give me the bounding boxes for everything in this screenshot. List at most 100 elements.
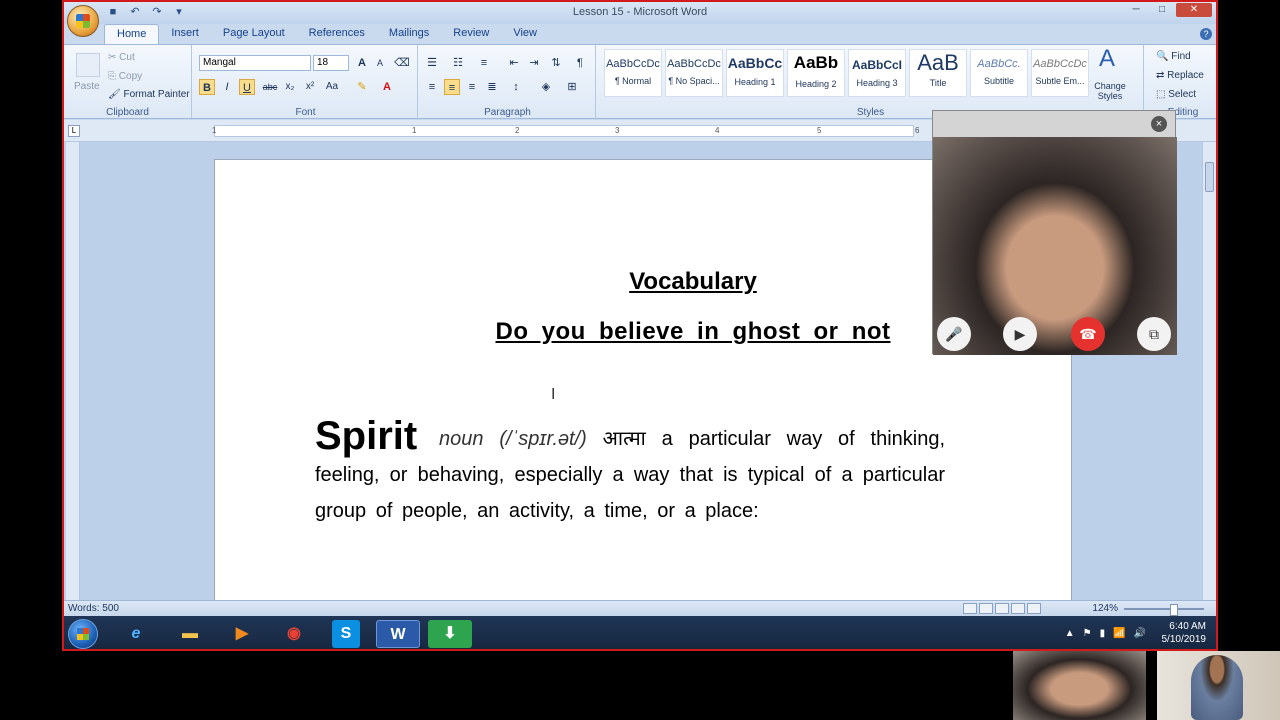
- bold-button[interactable]: B: [199, 79, 215, 95]
- maximize-button[interactable]: □: [1150, 3, 1174, 17]
- internet-explorer-icon[interactable]: e: [114, 620, 158, 648]
- camera-icon[interactable]: ▶: [1003, 317, 1037, 351]
- minimize-button[interactable]: ─: [1124, 3, 1148, 17]
- copy-button[interactable]: ⎘ Copy: [108, 71, 142, 82]
- tab-view[interactable]: View: [501, 24, 549, 44]
- font-size-box[interactable]: 18: [313, 55, 349, 71]
- ruler-number: 1: [412, 126, 417, 135]
- popout-icon[interactable]: ⧉: [1137, 317, 1171, 351]
- strikethrough-button[interactable]: abc: [262, 79, 278, 95]
- superscript-button[interactable]: x²: [302, 79, 318, 95]
- ruler-bar[interactable]: 1 1 2 3 4 5 6: [212, 125, 919, 137]
- align-left-icon[interactable]: ≡: [424, 79, 440, 95]
- decrease-indent-icon[interactable]: ⇤: [506, 55, 522, 71]
- download-manager-icon[interactable]: ⬇: [428, 620, 472, 648]
- borders-icon[interactable]: ⊞: [564, 79, 580, 95]
- tab-review[interactable]: Review: [441, 24, 501, 44]
- ribbon-tabs: Home Insert Page Layout References Maili…: [104, 24, 549, 44]
- cut-label: Cut: [119, 52, 135, 63]
- bullets-icon[interactable]: ☰: [424, 55, 440, 71]
- font-color-icon[interactable]: A: [379, 79, 395, 95]
- align-center-icon[interactable]: ≡: [444, 79, 460, 95]
- clock-time: 6:40 AM: [1169, 621, 1206, 632]
- close-button[interactable]: ✕: [1176, 3, 1212, 17]
- outline-view-button[interactable]: [1011, 603, 1025, 614]
- grow-font-icon[interactable]: A: [354, 55, 370, 71]
- increase-indent-icon[interactable]: ⇥: [526, 55, 542, 71]
- network-icon[interactable]: 📶: [1113, 628, 1125, 639]
- word-count[interactable]: Words: 500: [68, 603, 119, 614]
- style-heading-1[interactable]: AaBbCc Heading 1: [726, 49, 784, 97]
- find-button[interactable]: 🔍 Find: [1156, 51, 1191, 62]
- clear-format-icon[interactable]: ⌫: [394, 55, 410, 71]
- style-normal[interactable]: AaBbCcDc ¶ Normal: [604, 49, 662, 97]
- numbering-icon[interactable]: ☷: [450, 55, 466, 71]
- format-painter-button[interactable]: 🖌 Format Painter: [108, 89, 190, 100]
- file-explorer-icon[interactable]: ▬: [168, 620, 212, 648]
- tab-selector-icon[interactable]: L: [68, 125, 80, 137]
- full-screen-view-button[interactable]: [979, 603, 993, 614]
- word-icon[interactable]: W: [376, 620, 420, 648]
- style-no-spacing[interactable]: AaBbCcDc ¶ No Spaci...: [665, 49, 723, 97]
- style-subtitle[interactable]: AaBbCc. Subtitle: [970, 49, 1028, 97]
- replace-button[interactable]: ⇄ Replace: [1156, 70, 1204, 81]
- zoom-slider[interactable]: [1124, 604, 1204, 616]
- underline-button[interactable]: U: [239, 79, 255, 95]
- vertical-scrollbar[interactable]: [1202, 142, 1216, 600]
- action-center-icon[interactable]: ⚑: [1083, 628, 1092, 639]
- shrink-font-icon[interactable]: A: [372, 55, 388, 71]
- style-heading-2[interactable]: AaBb Heading 2: [787, 49, 845, 97]
- replace-label: Replace: [1167, 70, 1204, 81]
- video-call-window[interactable]: × 🎤 ▶ ☎ ⧉: [932, 110, 1177, 355]
- subscript-button[interactable]: x₂: [282, 79, 298, 95]
- style-heading-3[interactable]: AaBbCcI Heading 3: [848, 49, 906, 97]
- battery-icon[interactable]: ▮: [1100, 628, 1106, 639]
- style-subtle-emphasis[interactable]: AaBbCcDc Subtle Em...: [1031, 49, 1089, 97]
- media-player-icon[interactable]: ▶: [220, 620, 264, 648]
- font-name-box[interactable]: Mangal: [199, 55, 311, 71]
- style-title[interactable]: AaB Title: [909, 49, 967, 97]
- show-marks-icon[interactable]: ¶: [572, 55, 588, 71]
- office-button[interactable]: [67, 5, 99, 37]
- sort-icon[interactable]: ⇅: [548, 55, 564, 71]
- hang-up-icon[interactable]: ☎: [1071, 317, 1105, 351]
- volume-icon[interactable]: 🔊: [1134, 628, 1146, 639]
- cut-button[interactable]: ✂ Cut: [108, 52, 135, 63]
- italic-button[interactable]: I: [219, 79, 235, 95]
- webcam-thumbnail-presenter: [1157, 651, 1280, 720]
- shading-icon[interactable]: ◈: [538, 79, 554, 95]
- show-hidden-icons-icon[interactable]: ▲: [1065, 628, 1075, 639]
- paste-button[interactable]: Paste: [74, 81, 100, 92]
- draft-view-button[interactable]: [1027, 603, 1041, 614]
- line-spacing-icon[interactable]: ↕: [508, 79, 524, 95]
- start-button[interactable]: [68, 619, 98, 649]
- style-preview: AaBbCcDc: [1033, 58, 1087, 70]
- align-right-icon[interactable]: ≡: [464, 79, 480, 95]
- clock[interactable]: 6:40 AM 5/10/2019: [1162, 620, 1207, 646]
- change-styles-icon[interactable]: A: [1094, 47, 1120, 77]
- print-layout-view-button[interactable]: [963, 603, 977, 614]
- paste-icon[interactable]: [76, 53, 100, 77]
- style-name: ¶ No Spaci...: [668, 76, 720, 86]
- vertical-ruler[interactable]: [66, 142, 80, 600]
- zoom-level[interactable]: 124%: [1092, 603, 1118, 614]
- skype-icon[interactable]: S: [332, 620, 360, 648]
- select-button[interactable]: ⬚ Select: [1156, 89, 1196, 100]
- highlight-icon[interactable]: ✎: [354, 79, 370, 95]
- tab-references[interactable]: References: [297, 24, 377, 44]
- web-layout-view-button[interactable]: [995, 603, 1009, 614]
- tab-insert[interactable]: Insert: [159, 24, 211, 44]
- scrollbar-thumb[interactable]: [1205, 162, 1214, 192]
- chrome-icon[interactable]: ◉: [272, 620, 316, 648]
- status-bar: Words: 500 124%: [64, 600, 1216, 616]
- change-case-button[interactable]: Aa: [324, 79, 340, 95]
- microphone-icon[interactable]: 🎤: [937, 317, 971, 351]
- tab-mailings[interactable]: Mailings: [377, 24, 441, 44]
- close-icon[interactable]: ×: [1151, 116, 1167, 132]
- multilevel-list-icon[interactable]: ≡: [476, 55, 492, 71]
- change-styles-button[interactable]: Change Styles: [1090, 81, 1130, 101]
- help-icon[interactable]: ?: [1200, 28, 1212, 40]
- justify-icon[interactable]: ≣: [484, 79, 500, 95]
- tab-home[interactable]: Home: [104, 24, 160, 44]
- tab-page-layout[interactable]: Page Layout: [211, 24, 297, 44]
